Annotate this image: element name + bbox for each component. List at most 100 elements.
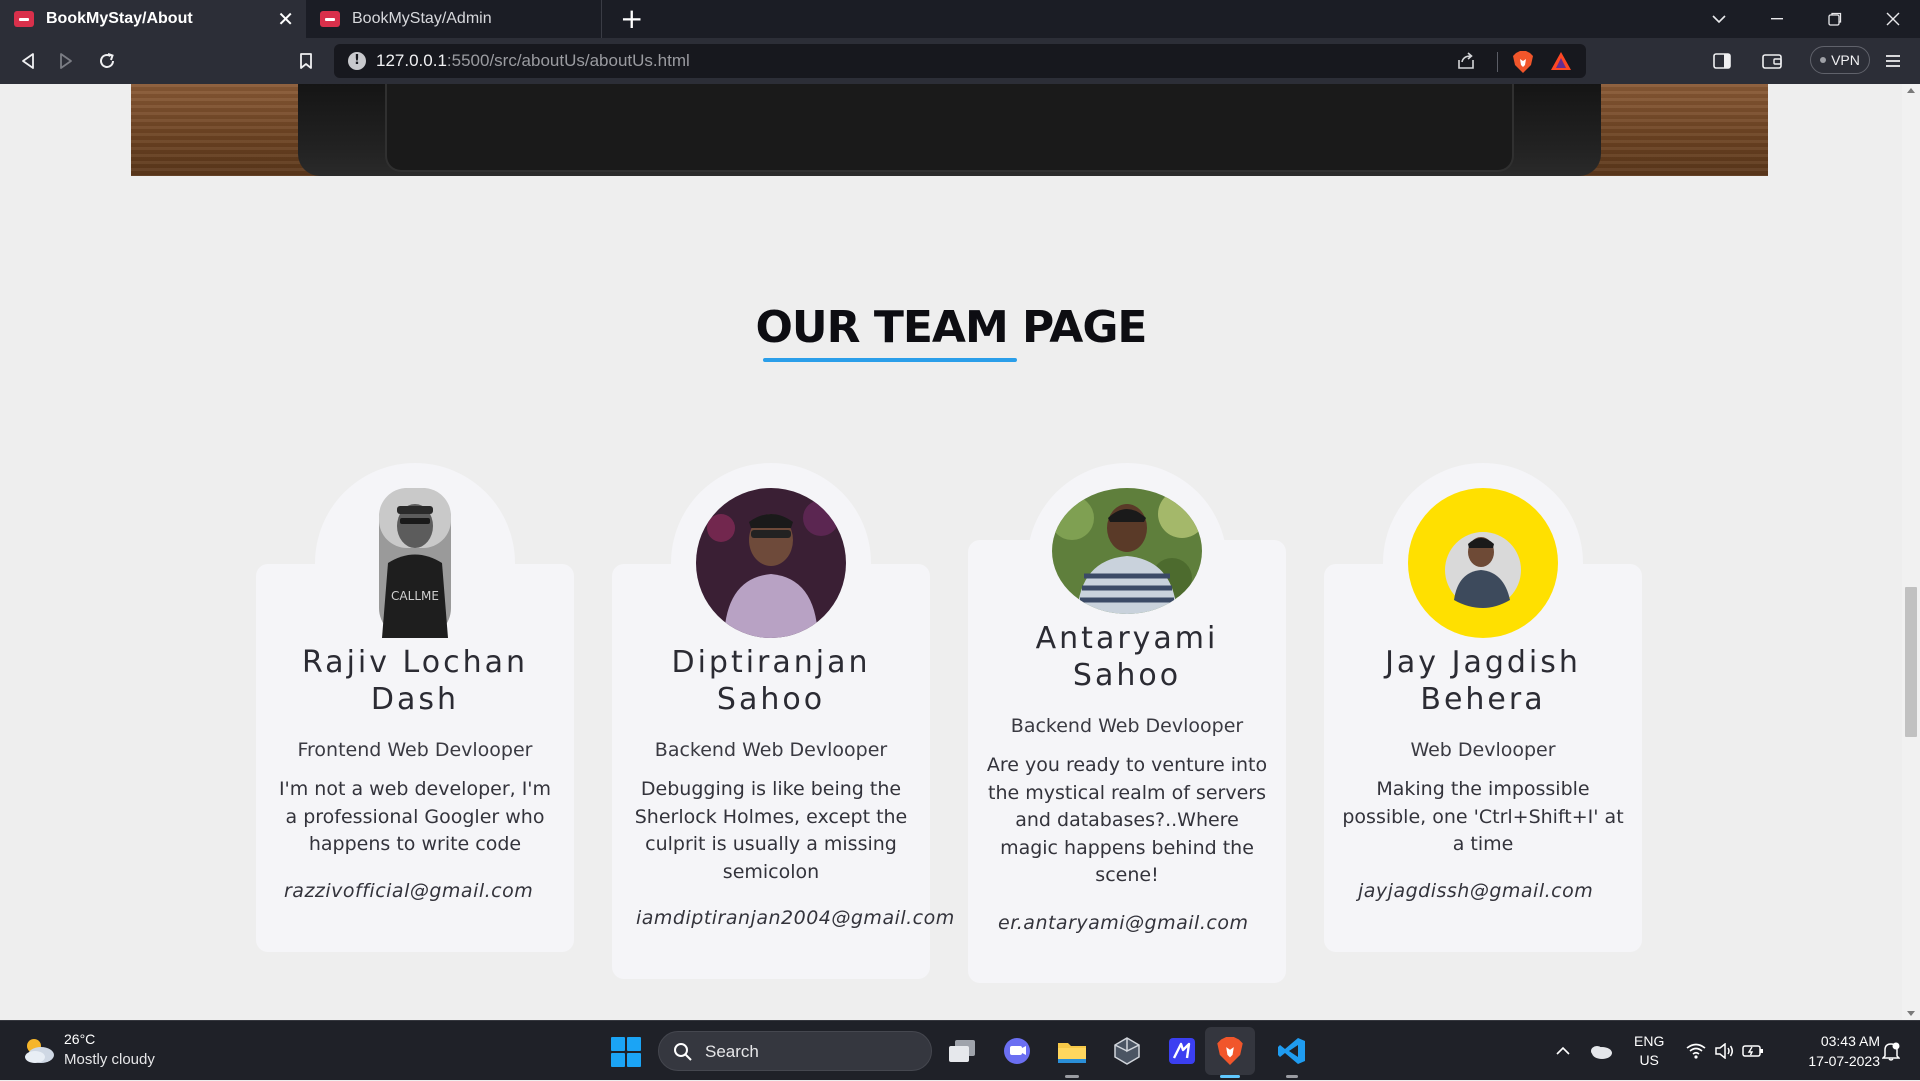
site-info-icon[interactable]: ! (348, 52, 366, 70)
weather-description[interactable]: Mostly cloudy (64, 1051, 155, 1068)
url-host: 127.0.0.1 (376, 51, 447, 70)
notification-bell-icon[interactable] (1878, 1021, 1904, 1081)
language-code: ENG (1634, 1033, 1665, 1049)
bookmark-icon[interactable] (292, 47, 320, 75)
search-icon (674, 1043, 692, 1061)
hero-sofa-cushion (385, 84, 1514, 172)
browser-toolbar: ! 127.0.0.1:5500/src/aboutUs/aboutUs.htm… (0, 38, 1920, 84)
tab-title: BookMyStay/Admin (352, 10, 492, 27)
hero-image (131, 84, 1768, 176)
avatar-antaryami (1052, 488, 1202, 614)
brave-rewards-icon[interactable] (1550, 51, 1572, 71)
tab-search-chevron-icon[interactable] (1692, 0, 1746, 38)
language-indicator[interactable]: ENG US (1634, 1032, 1664, 1070)
battery-icon[interactable] (1740, 1021, 1766, 1081)
close-window-icon[interactable] (1866, 0, 1920, 38)
member-name: Antaryami Sahoo (968, 620, 1286, 694)
member-name-line1: Jay Jagdish (1385, 645, 1581, 680)
brave-shields-icon[interactable] (1512, 50, 1534, 74)
vpn-status-icon (1820, 57, 1827, 63)
member-name-line2: Sahoo (1072, 658, 1182, 693)
volume-icon[interactable] (1712, 1021, 1736, 1081)
vpn-label: VPN (1831, 52, 1860, 68)
weather-cloud-sun-icon[interactable] (22, 1036, 56, 1064)
url-text[interactable]: 127.0.0.1:5500/src/aboutUs/aboutUs.html (376, 51, 690, 71)
member-name: Diptiranjan Sahoo (612, 644, 930, 718)
site-favicon-icon (14, 11, 34, 27)
teams-chat-icon[interactable] (999, 1033, 1035, 1069)
app-stylus-icon[interactable] (1164, 1033, 1200, 1069)
url-divider (1497, 52, 1498, 72)
scroll-up-arrow-icon[interactable] (1907, 88, 1915, 93)
close-tab-icon[interactable]: ✕ (277, 7, 294, 31)
page-viewport: OUR TEAM PAGE Rajiv Lochan Dash Frontend… (0, 84, 1902, 1020)
new-tab-button[interactable]: + (620, 2, 643, 36)
member-name-line1: Diptiranjan (671, 645, 871, 680)
reload-icon[interactable] (93, 47, 121, 75)
member-role: Web Devlooper (1410, 739, 1556, 761)
avatar-rajiv: CALLME (340, 488, 490, 638)
member-quote: I'm not a web developer, I'm a professio… (278, 778, 552, 855)
file-explorer-icon[interactable] (1054, 1033, 1090, 1069)
running-indicator (1065, 1075, 1079, 1078)
sidebar-icon[interactable] (1708, 47, 1736, 75)
restore-icon[interactable] (1808, 0, 1862, 38)
vpn-button[interactable]: VPN (1810, 46, 1870, 74)
windows-start-icon[interactable] (611, 1037, 641, 1067)
brave-browser-icon[interactable] (1212, 1033, 1248, 1069)
menu-icon[interactable] (1880, 47, 1906, 75)
app-cube-icon[interactable] (1109, 1033, 1145, 1069)
member-email[interactable]: er.antaryami@gmail.com (968, 912, 1328, 934)
member-role: Backend Web Devlooper (1010, 715, 1244, 737)
member-quote: Making the impossible possible, one 'Ctr… (1342, 778, 1624, 855)
tab-title: BookMyStay/About (46, 10, 193, 27)
member-name: Rajiv Lochan Dash (256, 644, 574, 718)
page-scrollbar[interactable] (1902, 84, 1920, 1020)
vscode-icon[interactable] (1274, 1033, 1310, 1069)
tab-admin[interactable]: BookMyStay/Admin (306, 0, 602, 38)
member-name: Jay Jagdish Behera (1324, 644, 1642, 718)
member-name-line2: Behera (1420, 682, 1546, 717)
taskbar: 26°C Mostly cloudy Search ENG US 03:43 A… (0, 1020, 1920, 1080)
minimize-icon[interactable] (1750, 0, 1804, 38)
member-quote: Are you ready to venture into the mystic… (986, 754, 1268, 886)
avatar-diptiranjan (696, 488, 846, 638)
show-hidden-icons-chevron-icon[interactable] (1552, 1021, 1574, 1081)
clock-date: 17-07-2023 (1808, 1053, 1880, 1069)
forward-icon[interactable] (52, 47, 80, 75)
member-email[interactable]: iamdiptiranjan2004@gmail.com (612, 907, 972, 929)
share-icon[interactable] (1456, 51, 1476, 71)
member-role: Backend Web Devlooper (654, 739, 888, 761)
taskbar-clock[interactable]: 03:43 AM 17-07-2023 (1780, 1031, 1880, 1071)
onedrive-cloud-icon[interactable] (1588, 1021, 1614, 1081)
site-favicon-icon (320, 11, 340, 27)
svg-text:CALLME: CALLME (391, 589, 439, 603)
member-name-line1: Antaryami (1035, 621, 1219, 656)
address-bar[interactable]: ! 127.0.0.1:5500/src/aboutUs/aboutUs.htm… (334, 44, 1586, 78)
taskbar-search-label: Search (705, 1042, 759, 1061)
running-indicator (1286, 1075, 1298, 1078)
member-name-line1: Rajiv Lochan (302, 645, 528, 680)
taskbar-search[interactable]: Search (658, 1031, 932, 1071)
language-region: US (1639, 1052, 1659, 1068)
task-view-icon[interactable] (944, 1033, 980, 1069)
member-email[interactable]: razzivofficial@gmail.com (256, 880, 616, 902)
member-name-line2: Sahoo (716, 682, 826, 717)
member-email[interactable]: jayjagdissh@gmail.com (1324, 880, 1684, 902)
clock-time: 03:43 AM (1820, 1033, 1880, 1049)
back-icon[interactable] (14, 47, 42, 75)
wallet-icon[interactable] (1758, 47, 1786, 75)
member-quote: Debugging is like being the Sherlock Hol… (634, 778, 908, 883)
url-path: :5500/src/aboutUs/aboutUs.html (446, 51, 690, 70)
scrollbar-thumb[interactable] (1905, 587, 1917, 737)
page-title: OUR TEAM PAGE (755, 302, 1148, 353)
member-name-line2: Dash (370, 682, 460, 717)
member-role: Frontend Web Devlooper (297, 739, 533, 761)
tab-about[interactable]: BookMyStay/About ✕ (0, 0, 306, 38)
avatar-jay (1408, 488, 1558, 638)
wifi-icon[interactable] (1684, 1021, 1708, 1081)
title-underline (763, 358, 1017, 362)
scroll-down-arrow-icon[interactable] (1907, 1011, 1915, 1016)
active-indicator (1220, 1075, 1240, 1078)
weather-temperature[interactable]: 26°C (64, 1031, 95, 1047)
